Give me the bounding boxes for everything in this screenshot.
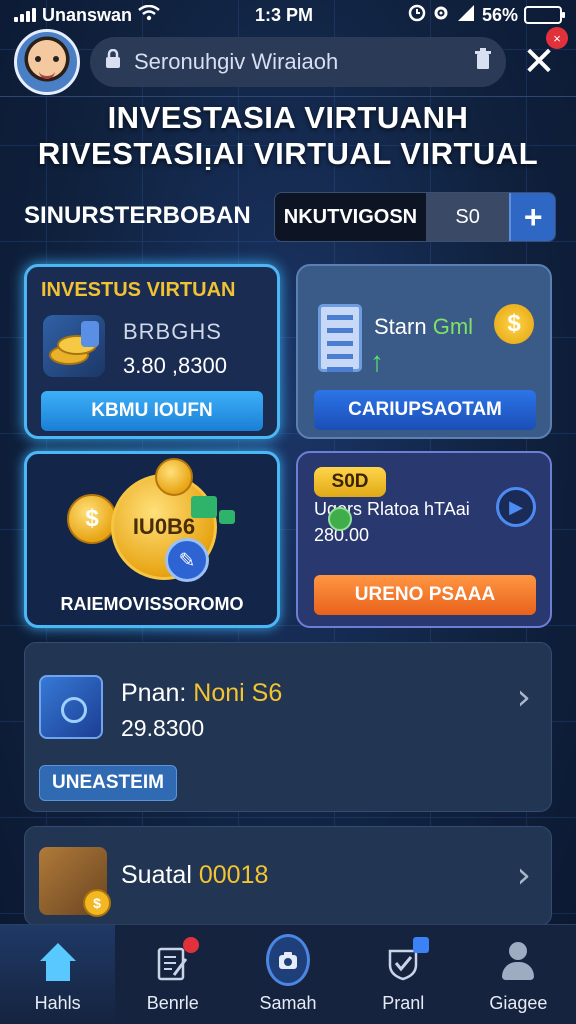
nav-label: Giagee xyxy=(489,993,548,1013)
chevron-right-icon[interactable]: › xyxy=(517,855,531,896)
nav-label: Benrle xyxy=(146,993,199,1013)
list-item-name-highlight: Noni S6 xyxy=(193,679,283,707)
section-label: SINURSTERBOBAN xyxy=(24,202,251,229)
signal-strength-icon xyxy=(14,8,36,22)
list-item-name: Suatal 00018 xyxy=(121,861,268,890)
home-icon xyxy=(36,941,80,985)
arrow-up-icon: ↑ xyxy=(370,346,384,377)
cellular-icon xyxy=(456,4,476,26)
close-button[interactable]: ✕ × xyxy=(516,27,568,87)
notification-badge xyxy=(182,937,199,953)
list-item-amount: 29.8300 xyxy=(121,715,205,741)
card-b-button[interactable]: CARIUPSAOTAM xyxy=(314,390,536,430)
card-a-value: 3.80 ,8300 xyxy=(123,353,227,378)
list-item-name-prefix: Pnan: xyxy=(121,679,187,707)
small-coin-icon xyxy=(155,458,193,496)
pen-icon: ✎ xyxy=(165,538,209,582)
list-item-name-prefix: Suatal xyxy=(121,861,192,889)
list-item-name-highlight: 00018 xyxy=(198,861,269,889)
list-item-button[interactable]: UNEASTEIM xyxy=(39,765,177,801)
card-c-caption: RAIEMOVISSOROMO xyxy=(60,594,244,614)
tab-active[interactable]: NKUTVIGOSN xyxy=(275,193,426,241)
check-icon xyxy=(328,507,352,531)
nav-label: Pranl xyxy=(382,993,425,1013)
settings-icon xyxy=(432,4,450,27)
investment-card-c[interactable]: $ IU0B6 ✎ RAIEMOVISSOROMO xyxy=(24,451,280,628)
investment-card-d[interactable]: S0D Ugers Rlatoa hTAai 280.00 ▶ URENO PS… xyxy=(296,451,552,628)
card-d-pill: S0D xyxy=(314,467,386,497)
user-avatar[interactable] xyxy=(14,29,80,95)
list-item-name: Pnan: Noni S6 xyxy=(121,679,282,708)
carrier-name: Unanswan xyxy=(42,4,133,25)
battery-percent: 56% xyxy=(481,4,518,25)
nav-label: Hahls xyxy=(34,993,81,1013)
cube-icon xyxy=(39,675,103,739)
coin-icon: $ xyxy=(83,889,111,917)
header-divider xyxy=(0,96,576,97)
shield-check-icon xyxy=(381,937,430,985)
play-icon[interactable]: ▶ xyxy=(496,487,536,527)
battery-icon xyxy=(524,6,565,24)
nav-item-camera[interactable]: Samah xyxy=(230,925,345,1024)
nav-label: Samah xyxy=(259,993,317,1013)
notification-badge: × xyxy=(546,27,568,49)
card-b-stat: Starn Gml xyxy=(374,314,473,340)
nav-item-profile[interactable]: Giagee xyxy=(461,925,576,1024)
alarm-icon xyxy=(408,4,426,27)
segment-control: NKUTVIGOSN S0 + xyxy=(274,192,556,242)
edit-document-icon xyxy=(151,937,199,985)
box-icon: $ xyxy=(39,847,111,917)
chevron-right-icon[interactable]: › xyxy=(517,677,531,718)
status-bar: Unanswan 1:3 PM 56% xyxy=(0,0,576,30)
app-header: Seronuhgiv Wiraiaoh ✕ × xyxy=(14,27,568,95)
page-title: INVESTASIA VIRTUANH xyxy=(107,100,469,135)
investment-card-b[interactable]: ↑ Starn Gml $ CARIUPSAOTAM xyxy=(296,264,552,439)
card-a-label: BRBGHS xyxy=(123,319,222,344)
page-subtitle: RIVESTASIᴉAI VIRTUAL VIRTUAL xyxy=(37,136,539,171)
investment-card-a[interactable]: INVESTUS VIRTUAN BRBGHS 3.80 ,8300 KBMU … xyxy=(24,264,280,439)
document-icon xyxy=(318,304,362,372)
coin-icon: $ xyxy=(67,494,117,544)
card-a-title: INVESTUS VIRTUAN xyxy=(41,279,236,301)
close-icon: ✕ xyxy=(522,39,556,85)
search-text: Seronuhgiv Wiraiaoh xyxy=(134,49,339,74)
tab-other[interactable]: S0 xyxy=(425,193,510,241)
nav-item-edit[interactable]: Benrle xyxy=(115,925,230,1024)
bottom-nav: Hahls Benrle Samah Pranl Giagee xyxy=(0,924,576,1024)
profile-icon xyxy=(496,941,540,985)
gold-bars-icon xyxy=(43,315,105,377)
card-d-button[interactable]: URENO PSAAA xyxy=(314,575,536,615)
camera-icon xyxy=(266,934,310,986)
dollar-coin-icon: $ xyxy=(494,304,534,344)
card-b-stat-value: Gml xyxy=(432,314,474,339)
wifi-icon xyxy=(138,4,160,26)
clock-time: 1:3 PM xyxy=(254,4,314,25)
status-right: 56% xyxy=(408,4,565,27)
lock-icon xyxy=(104,48,122,75)
cash-icon xyxy=(191,496,217,518)
nav-item-home[interactable]: Hahls xyxy=(0,925,116,1024)
add-button[interactable]: + xyxy=(509,193,555,241)
notification-badge xyxy=(413,937,430,953)
card-b-stat-prefix: Starn xyxy=(374,314,427,339)
trash-icon[interactable] xyxy=(474,48,492,76)
status-left: Unanswan xyxy=(14,4,160,26)
list-item[interactable]: Pnan: Noni S6 29.8300 › UNEASTEIM xyxy=(24,642,552,812)
nav-item-shield[interactable]: Pranl xyxy=(346,925,461,1024)
cash-icon-small xyxy=(219,510,235,524)
search-bar[interactable]: Seronuhgiv Wiraiaoh xyxy=(90,37,506,87)
list-item[interactable]: $ Suatal 00018 › xyxy=(24,826,552,926)
card-a-button[interactable]: KBMU IOUFN xyxy=(41,391,263,431)
